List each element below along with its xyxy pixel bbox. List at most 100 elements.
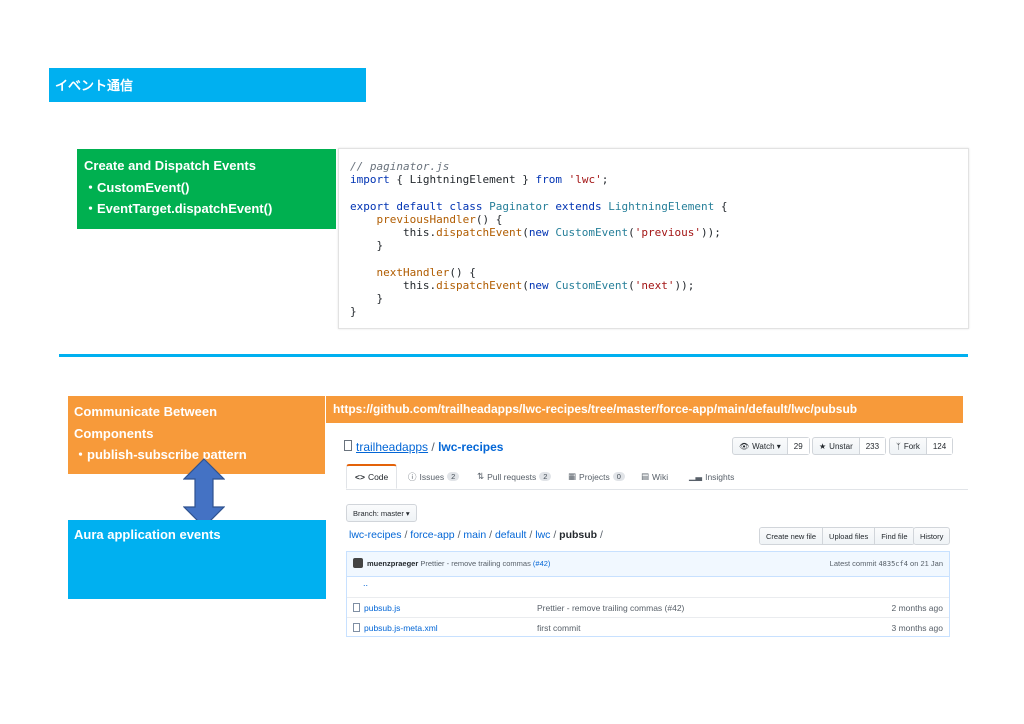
code-line: }: [350, 291, 384, 305]
pubsub-box-line-1: Communicate Between: [74, 404, 218, 419]
breadcrumb-separator: /: [600, 529, 603, 541]
unstar-label: Unstar: [829, 441, 853, 451]
code-line: // paginator.js: [350, 160, 450, 173]
file-listing: muenzpraeger Prettier - remove trailing …: [346, 551, 950, 637]
pull-request-icon: ⇅: [477, 471, 485, 481]
github-repo-screenshot: trailheadapps / lwc-recipes 👁 Watch ▾ 29 …: [340, 433, 968, 643]
commit-author[interactable]: muenzpraeger: [367, 559, 418, 568]
graph-icon: ▁▃: [689, 471, 703, 481]
avatar[interactable]: [353, 558, 363, 568]
upload-files-button[interactable]: Upload files: [822, 528, 875, 544]
repo-icon: [344, 440, 352, 451]
repo-owner-link[interactable]: trailheadapps: [356, 440, 428, 454]
code-line: import { LightningElement } from 'lwc';: [350, 173, 609, 187]
branch-select-button[interactable]: Branch: master ▾: [346, 504, 417, 522]
breadcrumb-main[interactable]: main: [463, 529, 486, 541]
commit-sha[interactable]: 4835cf4: [878, 560, 908, 568]
tab-pull-requests[interactable]: ⇅ Pull requests 2: [469, 464, 559, 489]
latest-commit-bar: muenzpraeger Prettier - remove trailing …: [347, 552, 949, 577]
commit-info: muenzpraeger Prettier - remove trailing …: [367, 559, 550, 568]
commit-message[interactable]: Prettier - remove trailing commas: [420, 559, 530, 568]
file-icon: [353, 603, 360, 612]
code-line: }: [350, 305, 357, 319]
project-icon: ▦: [568, 471, 577, 481]
events-box-item-dispatch-event: ・EventTarget.dispatchEvent(): [84, 201, 273, 216]
fork-label: Fork: [903, 441, 920, 451]
breadcrumb-separator: /: [489, 529, 493, 541]
fork-count[interactable]: 124: [925, 438, 953, 454]
watch-count[interactable]: 29: [786, 438, 809, 454]
tab-projects[interactable]: ▦ Projects 0: [560, 464, 633, 489]
code-line: nextHandler() {: [376, 265, 476, 279]
fork-icon: ᛉ: [896, 441, 901, 451]
breadcrumb-separator: /: [553, 529, 557, 541]
tab-issues-label: Issues: [419, 471, 445, 482]
pubsub-box-line-2: Components: [74, 425, 154, 441]
section-divider: [59, 354, 968, 357]
projects-count-badge: 0: [612, 472, 625, 481]
commit-pr-link[interactable]: (#42): [533, 559, 551, 568]
unstar-button[interactable]: ★ Unstar 233: [812, 437, 887, 455]
slide-title: イベント通信: [49, 68, 366, 102]
file-commit-message[interactable]: Prettier - remove trailing commas (#42): [537, 603, 684, 613]
file-row: pubsub.js Prettier - remove trailing com…: [347, 597, 949, 617]
tab-code-label: Code: [367, 472, 389, 482]
file-row: pubsub.js-meta.xml first commit 3 months…: [347, 617, 949, 637]
file-name-link[interactable]: pubsub.js-meta.xml: [364, 623, 438, 633]
pubsub-github-url[interactable]: https://github.com/trailheadapps/lwc-rec…: [326, 396, 963, 423]
create-new-file-button[interactable]: Create new file: [760, 528, 823, 544]
code-line: export default class Paginator extends L…: [350, 199, 728, 213]
create-dispatch-events-box: Create and Dispatch Events ・CustomEvent(…: [77, 149, 336, 229]
code-line: }: [350, 239, 384, 253]
aura-application-events-box: Aura application events: [68, 520, 326, 599]
tab-code[interactable]: <> Code: [346, 464, 398, 489]
fork-button[interactable]: ᛉ Fork 124: [889, 437, 954, 455]
latest-commit-info: Latest commit 4835cf4 on 21 Jan: [830, 559, 943, 568]
repo-nav-tabs: <> Code ⓘ Issues 2 ⇅ Pull requests 2 ▦ P…: [346, 464, 968, 490]
file-commit-message[interactable]: first commit: [537, 623, 580, 633]
issue-icon: ⓘ: [408, 471, 417, 482]
breadcrumb-lwc[interactable]: lwc: [535, 529, 550, 541]
tab-projects-label: Projects: [579, 471, 610, 482]
breadcrumb-default[interactable]: default: [495, 529, 527, 541]
file-name-link[interactable]: pubsub.js: [364, 603, 400, 613]
code-icon: <>: [355, 472, 365, 482]
issues-count-badge: 2: [447, 472, 460, 481]
events-box-item-custom-event: ・CustomEvent(): [84, 179, 190, 195]
breadcrumb-separator: /: [457, 529, 461, 541]
events-box-title: Create and Dispatch Events: [84, 158, 256, 173]
code-line: this.dispatchEvent(new CustomEvent('prev…: [350, 225, 721, 239]
wiki-icon: ▤: [641, 471, 650, 481]
tab-insights-label: Insights: [705, 471, 735, 482]
pull-requests-count-badge: 2: [539, 472, 552, 481]
tab-insights[interactable]: ▁▃ Insights: [681, 464, 742, 489]
tab-issues[interactable]: ⓘ Issues 2: [400, 464, 467, 489]
parent-directory-link[interactable]: ..: [347, 578, 949, 598]
eye-icon: 👁: [739, 441, 750, 451]
file-age: 2 months ago: [891, 603, 943, 613]
code-sample-panel: // paginator.js import { LightningElement…: [338, 148, 969, 329]
double-arrow-icon: [183, 458, 225, 528]
code-line: previousHandler() {: [376, 212, 503, 226]
history-button[interactable]: History: [913, 527, 951, 545]
code-line: this.dispatchEvent(new CustomEvent('next…: [350, 278, 695, 292]
breadcrumb: lwc-recipes / force-app / main / default…: [349, 529, 603, 541]
breadcrumb-pubsub: pubsub: [559, 529, 598, 541]
find-file-button[interactable]: Find file: [874, 528, 914, 544]
tab-pull-requests-label: Pull requests: [487, 471, 537, 482]
tab-wiki-label: Wiki: [652, 471, 669, 482]
star-count[interactable]: 233: [858, 438, 886, 454]
star-icon: ★: [819, 441, 827, 451]
breadcrumb-lwc-recipes[interactable]: lwc-recipes: [349, 529, 402, 541]
repo-title: trailheadapps / lwc-recipes: [356, 440, 503, 454]
repo-name-link[interactable]: lwc-recipes: [438, 440, 503, 454]
commit-date: on 21 Jan: [910, 559, 943, 568]
breadcrumb-separator: /: [404, 529, 408, 541]
file-icon: [353, 623, 360, 632]
breadcrumb-force-app[interactable]: force-app: [410, 529, 454, 541]
tab-wiki[interactable]: ▤ Wiki: [633, 464, 676, 489]
latest-commit-label: Latest commit: [829, 559, 877, 568]
watch-button[interactable]: 👁 Watch ▾ 29: [732, 437, 810, 455]
